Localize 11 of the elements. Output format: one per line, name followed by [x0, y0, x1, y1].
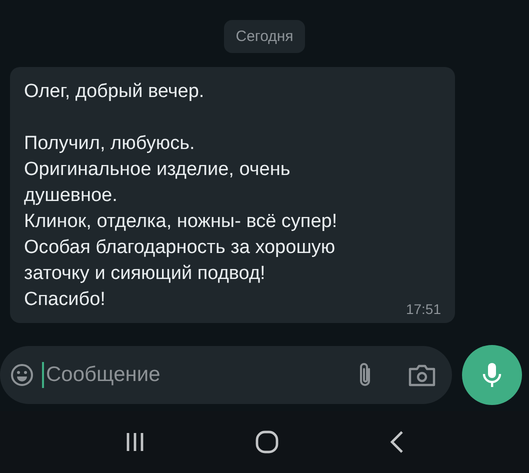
message-input-field[interactable]: Сообщение	[0, 346, 452, 404]
message-input[interactable]: Сообщение	[42, 362, 348, 388]
emoji-icon[interactable]	[10, 363, 34, 387]
message-text: Олег, добрый вечер. Получил, любуюсь. Оригинальное изделие, очень душевное. Клинок, отделка, ножны- всё супер! Особая благодарность за хорошую заточку и сияющий подвод! Спасибо!	[24, 80, 338, 312]
camera-icon[interactable]	[408, 363, 436, 387]
back-icon[interactable]	[390, 430, 404, 454]
message-time: 17:51	[406, 301, 441, 317]
date-chip: Сегодня	[224, 20, 306, 53]
home-icon[interactable]	[255, 430, 280, 454]
recent-apps-icon[interactable]	[125, 432, 146, 452]
microphone-icon	[482, 361, 502, 389]
